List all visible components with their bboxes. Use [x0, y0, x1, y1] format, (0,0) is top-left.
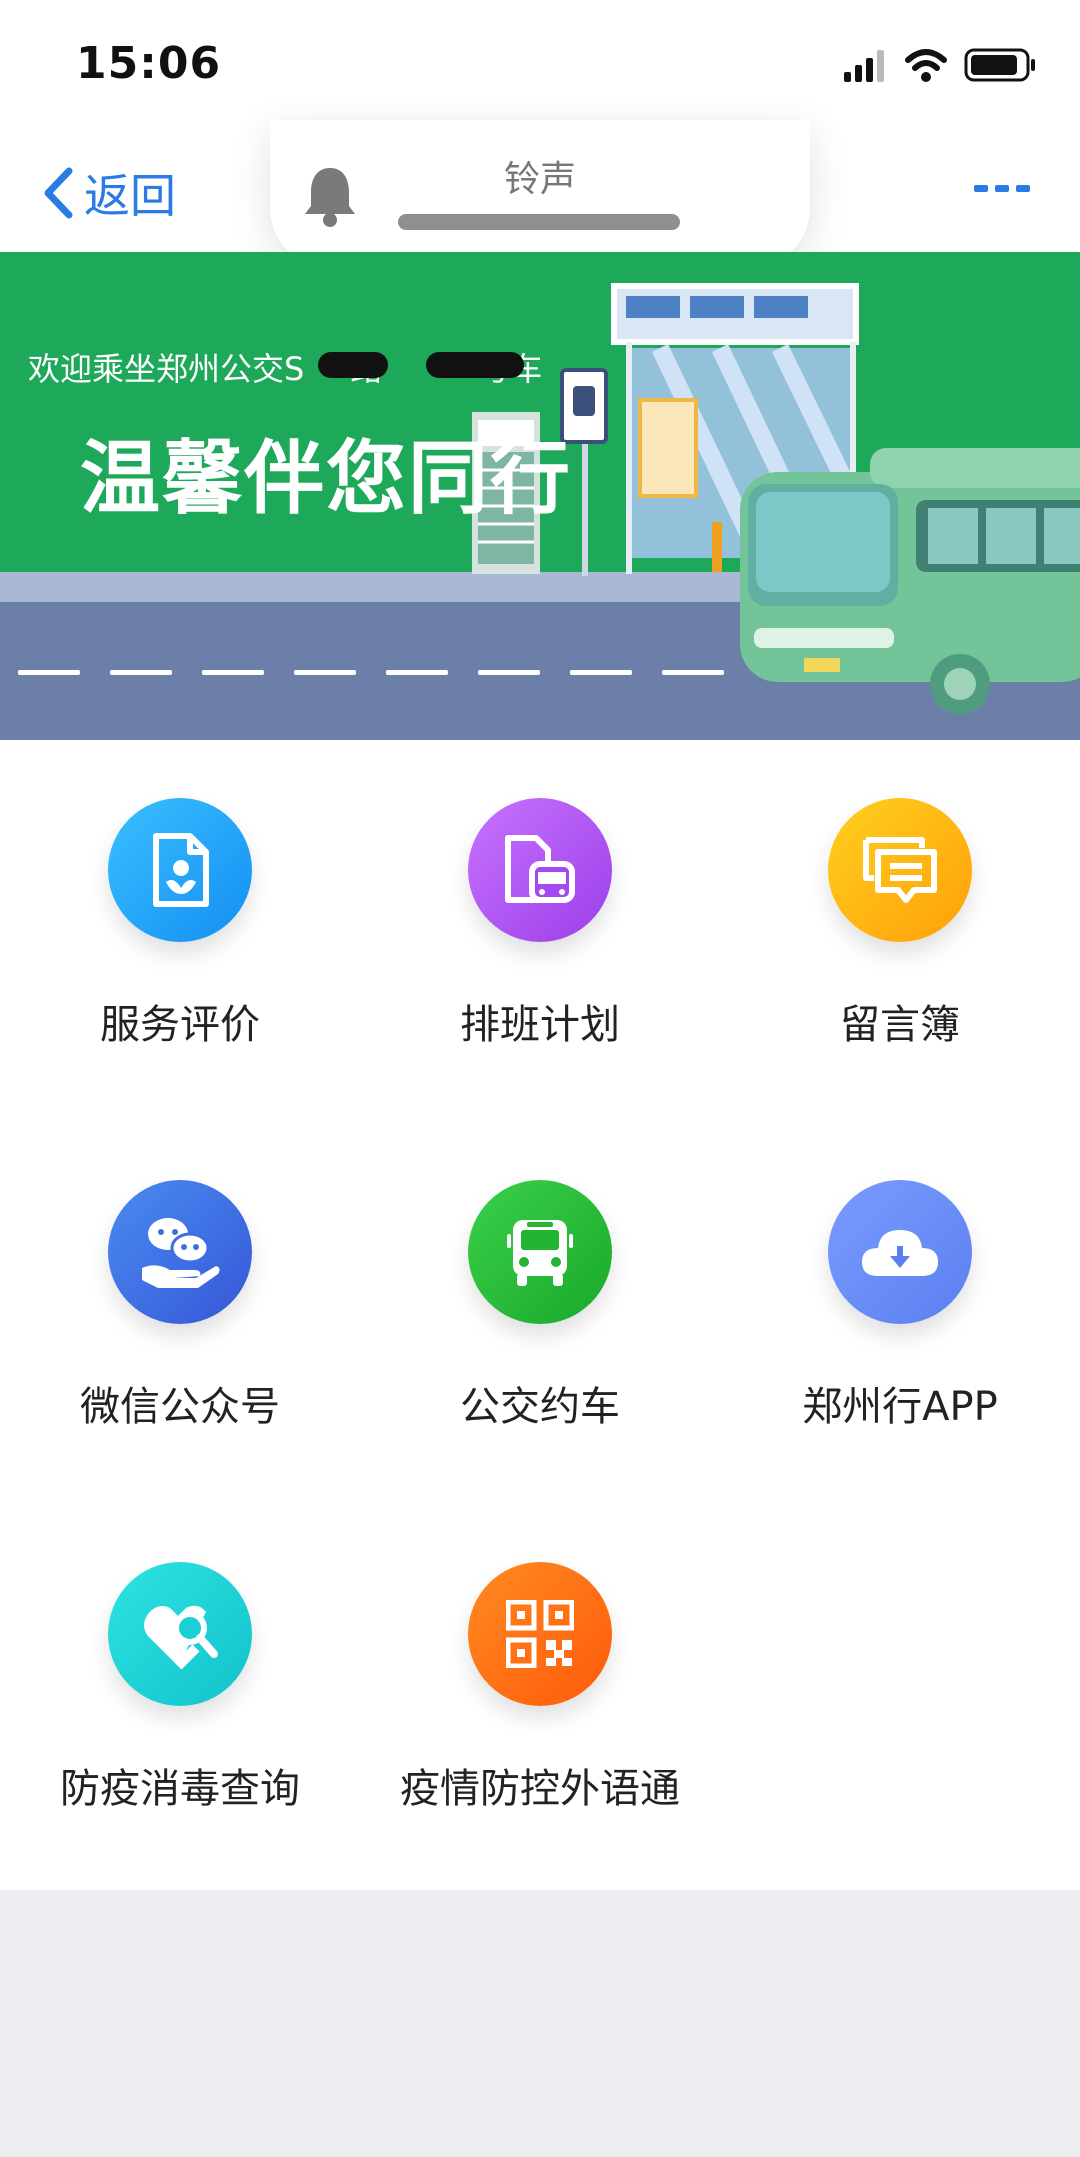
redaction-mark: [426, 352, 524, 378]
back-button[interactable]: 返回: [42, 160, 176, 226]
wechat-hand-icon: [142, 1218, 220, 1288]
menu-item-wechat-official[interactable]: 微信公众号: [0, 1180, 360, 1432]
bottom-blank-area: [0, 1890, 1080, 2157]
battery-icon: [964, 48, 1035, 82]
menu-item-service-rating[interactable]: 服务评价: [0, 798, 360, 1050]
qr-code-icon: [506, 1600, 574, 1668]
redaction-mark: [318, 352, 388, 378]
more-icon: [974, 185, 1030, 192]
menu-item-epidemic-disinfection[interactable]: 防疫消毒查询: [0, 1562, 360, 1814]
bus-document-icon: [505, 835, 575, 903]
menu-item-bus-booking[interactable]: 公交约车: [360, 1180, 720, 1432]
menu-item-foreign-language[interactable]: 疫情防控外语通: [360, 1562, 720, 1814]
status-icons: [840, 46, 1040, 90]
guestbook-button[interactable]: [828, 798, 972, 942]
menu-item-label: 郑州行APP: [802, 1384, 998, 1430]
banner: 欢迎乘坐郑州公交S路号车 温馨伴您同行: [0, 252, 1080, 740]
bus-booking-button[interactable]: [468, 1180, 612, 1324]
cloud-download-icon: [862, 1230, 938, 1276]
menu-item-label: 防疫消毒查询: [60, 1766, 300, 1812]
flower-document-icon: [153, 833, 209, 907]
epidemic-disinfection-button[interactable]: [108, 1562, 252, 1706]
bus-icon: [507, 1220, 573, 1286]
wechat-official-button[interactable]: [108, 1180, 252, 1324]
foreign-language-button[interactable]: [468, 1562, 612, 1706]
menu-item-label: 疫情防控外语通: [400, 1766, 680, 1812]
ringtone-volume-slider[interactable]: [398, 214, 680, 230]
ringtone-label: 铃声: [503, 159, 576, 200]
message-icon: [863, 837, 937, 903]
function-menu: 服务评价 排班计划 留言簿 微信公众号 公交约车 郑州行APP 防疫消毒查询 疫…: [0, 740, 1080, 1890]
menu-item-label: 微信公众号: [80, 1384, 280, 1430]
menu-item-label: 公交约车: [460, 1384, 620, 1430]
heart-search-icon: [144, 1605, 218, 1670]
back-label: 返回: [84, 169, 176, 223]
schedule-plan-button[interactable]: [468, 798, 612, 942]
menu-item-schedule-plan[interactable]: 排班计划: [360, 798, 720, 1050]
wifi-icon: [905, 49, 947, 82]
chevron-left-icon: [44, 167, 73, 219]
more-button[interactable]: [974, 180, 1030, 199]
menu-item-label: 服务评价: [100, 1002, 260, 1048]
signal-icon: [844, 50, 884, 82]
zhengzhou-app-button[interactable]: [828, 1180, 972, 1324]
menu-item-label: 排班计划: [460, 1002, 620, 1048]
menu-item-guestbook[interactable]: 留言簿: [720, 798, 1080, 1050]
status-time: 15:06: [76, 38, 222, 89]
bus-illustration: [740, 448, 1080, 714]
menu-item-zhengzhou-app[interactable]: 郑州行APP: [720, 1180, 1080, 1432]
menu-item-label: 留言簿: [840, 1002, 960, 1048]
ringtone-popup: 铃声: [270, 120, 810, 268]
banner-slogan: 温馨伴您同行: [80, 432, 572, 525]
service-rating-button[interactable]: [108, 798, 252, 942]
